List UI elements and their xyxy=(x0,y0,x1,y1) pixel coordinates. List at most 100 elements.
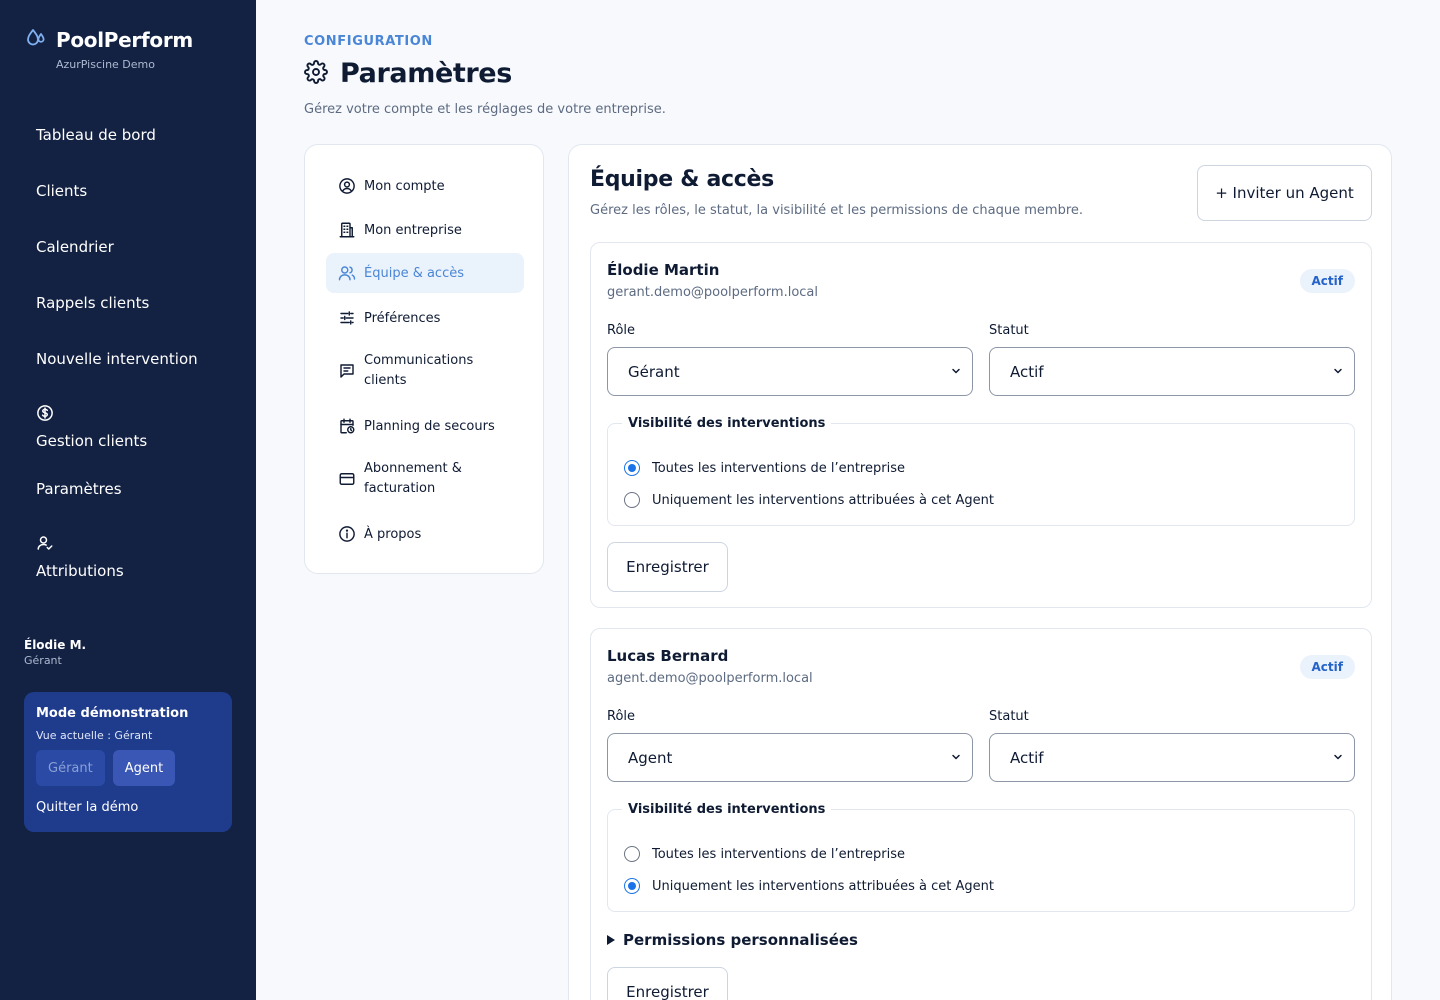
settings-menu-item-billing[interactable]: Abonnement & facturation xyxy=(326,459,524,499)
visibility-legend: Visibilité des interventions xyxy=(622,416,832,431)
info-icon xyxy=(338,525,356,543)
settings-menu-item-company[interactable]: Mon entreprise xyxy=(326,219,524,241)
status-label: Statut xyxy=(989,323,1029,338)
role-select[interactable]: Gérant xyxy=(607,347,973,396)
chevron-down-icon xyxy=(950,363,962,381)
save-button[interactable]: Enregistrer xyxy=(607,967,728,1000)
sidebar-item-calendar[interactable]: Calendrier xyxy=(36,238,114,256)
visibility-fieldset: Visibilité des interventions Toutes les … xyxy=(607,802,1355,912)
settings-menu-item-team[interactable]: Équipe & accès xyxy=(326,253,524,293)
message-icon xyxy=(338,362,356,380)
menu-item-label: Communications clients xyxy=(364,353,474,388)
visibility-option-assigned[interactable]: Uniquement les interventions attribuées … xyxy=(624,492,994,508)
settings-menu-item-preferences[interactable]: Préférences xyxy=(326,307,524,329)
water-drops-icon xyxy=(24,26,48,54)
page-eyebrow: CONFIGURATION xyxy=(304,34,433,49)
menu-item-label: Préférences xyxy=(364,310,441,326)
settings-menu-item-communications[interactable]: Communications clients xyxy=(326,351,524,391)
sidebar: PoolPerform AzurPiscine Demo Tableau de … xyxy=(0,0,256,1000)
visibility-option-all[interactable]: Toutes les interventions de l’entreprise xyxy=(624,460,905,476)
brand[interactable]: PoolPerform xyxy=(24,26,193,54)
demo-manager-button[interactable]: Gérant xyxy=(36,750,105,786)
chevron-down-icon xyxy=(950,749,962,767)
custom-permissions-toggle[interactable]: Permissions personnalisées xyxy=(607,931,858,949)
visibility-legend: Visibilité des interventions xyxy=(622,802,832,817)
calendar-clock-icon xyxy=(338,417,356,435)
radio-label: Toutes les interventions de l’entreprise xyxy=(652,460,905,476)
section-title: Équipe & accès xyxy=(590,167,774,192)
menu-item-label: Planning de secours xyxy=(364,418,495,434)
radio-button[interactable] xyxy=(624,492,640,508)
radio-label: Uniquement les interventions attribuées … xyxy=(652,878,994,894)
dollar-circle-icon xyxy=(36,404,147,426)
role-select-value: Gérant xyxy=(628,362,680,381)
visibility-option-all[interactable]: Toutes les interventions de l’entreprise xyxy=(624,846,905,862)
disclosure-triangle-icon xyxy=(607,935,615,945)
invite-agent-button[interactable]: + Inviter un Agent xyxy=(1197,165,1372,221)
chevron-down-icon xyxy=(1332,363,1344,381)
sidebar-item-label: Gestion clients xyxy=(36,432,148,450)
settings-menu-item-backup-planning[interactable]: Planning de secours xyxy=(326,415,524,437)
save-button[interactable]: Enregistrer xyxy=(607,542,728,592)
menu-item-label: Mon entreprise xyxy=(364,222,462,238)
role-select[interactable]: Agent xyxy=(607,733,973,782)
user-check-icon xyxy=(36,534,124,556)
settings-menu-item-about[interactable]: À propos xyxy=(326,523,524,545)
menu-item-label: Abonnement & facturation xyxy=(364,461,462,496)
radio-label: Uniquement les interventions attribuées … xyxy=(652,492,994,508)
sidebar-item-reminders[interactable]: Rappels clients xyxy=(36,294,149,312)
menu-item-label: Mon compte xyxy=(364,178,445,194)
radio-label: Toutes les interventions de l’entreprise xyxy=(652,846,905,862)
sidebar-item-label: Attributions xyxy=(36,562,124,580)
users-icon xyxy=(338,264,356,282)
user-circle-icon xyxy=(338,177,356,195)
gear-icon xyxy=(304,59,328,88)
credit-card-icon xyxy=(338,470,356,488)
radio-button[interactable] xyxy=(624,460,640,476)
member-card: Élodie Martin gerant.demo@poolperform.lo… xyxy=(590,242,1372,608)
status-select-value: Actif xyxy=(1010,362,1044,381)
sidebar-item-clients[interactable]: Clients xyxy=(36,182,87,200)
menu-item-label: Équipe & accès xyxy=(364,265,465,281)
quit-demo-link[interactable]: Quitter la démo xyxy=(36,800,220,815)
status-select[interactable]: Actif xyxy=(989,347,1355,396)
current-user-name: Élodie M. xyxy=(24,638,87,652)
role-label: Rôle xyxy=(607,709,636,724)
radio-button[interactable] xyxy=(624,846,640,862)
role-label: Rôle xyxy=(607,323,636,338)
settings-menu-item-account[interactable]: Mon compte xyxy=(326,175,524,197)
status-select-value: Actif xyxy=(1010,748,1044,767)
member-email: agent.demo@poolperform.local xyxy=(607,671,813,686)
team-access-card: Équipe & accès Gérez les rôles, le statu… xyxy=(568,144,1392,1000)
sidebar-item-client-management[interactable]: Gestion clients xyxy=(36,404,147,450)
chevron-down-icon xyxy=(1332,749,1344,767)
page-title: Paramètres xyxy=(340,58,512,89)
sidebar-item-new-intervention[interactable]: Nouvelle intervention xyxy=(36,350,198,368)
custom-permissions-label: Permissions personnalisées xyxy=(623,931,858,949)
sidebar-item-dashboard[interactable]: Tableau de bord xyxy=(36,126,156,144)
status-badge: Actif xyxy=(1299,655,1355,679)
demo-mode-title: Mode démonstration xyxy=(36,706,189,721)
sidebar-item-settings[interactable]: Paramètres xyxy=(36,480,122,498)
radio-button[interactable] xyxy=(624,878,640,894)
status-select[interactable]: Actif xyxy=(989,733,1355,782)
role-select-value: Agent xyxy=(628,748,673,767)
page-subtitle: Gérez votre compte et les réglages de vo… xyxy=(304,102,666,117)
menu-item-label: À propos xyxy=(364,526,422,542)
settings-menu: Mon compte Mon entreprise Équipe & accès… xyxy=(304,144,544,574)
demo-mode-panel: Mode démonstration Vue actuelle : Gérant… xyxy=(24,692,232,832)
sidebar-item-assignments[interactable]: Attributions xyxy=(36,534,124,580)
member-name: Lucas Bernard xyxy=(607,647,729,665)
visibility-option-assigned[interactable]: Uniquement les interventions attribuées … xyxy=(624,878,994,894)
current-user-role: Gérant xyxy=(24,654,62,667)
brand-subtitle: AzurPiscine Demo xyxy=(56,58,155,71)
demo-agent-button[interactable]: Agent xyxy=(112,750,176,786)
section-subtitle: Gérez les rôles, le statut, la visibilit… xyxy=(590,203,1084,218)
building-icon xyxy=(338,221,356,239)
brand-name: PoolPerform xyxy=(56,28,193,52)
status-badge: Actif xyxy=(1299,269,1355,293)
visibility-fieldset: Visibilité des interventions Toutes les … xyxy=(607,416,1355,526)
status-label: Statut xyxy=(989,709,1029,724)
member-card: Lucas Bernard agent.demo@poolperform.loc… xyxy=(590,628,1372,1000)
member-email: gerant.demo@poolperform.local xyxy=(607,285,818,300)
